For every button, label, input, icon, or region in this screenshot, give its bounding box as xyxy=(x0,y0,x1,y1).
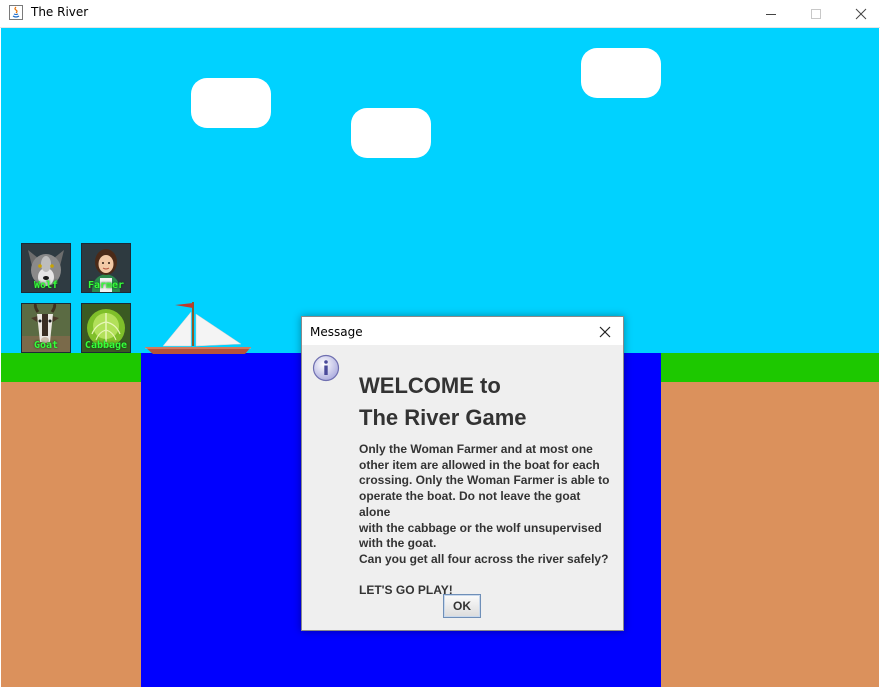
minimize-button[interactable] xyxy=(748,0,794,27)
instruction-line: with the goat. xyxy=(359,536,437,551)
close-icon xyxy=(855,8,867,19)
dialog-close-button[interactable] xyxy=(592,321,618,343)
welcome-message-dialog: Message WELCOME to The River Game Only t… xyxy=(301,316,624,631)
dialog-titlebar: Message xyxy=(302,317,623,345)
left-bank-grass xyxy=(1,353,141,382)
heading-line-2: The River Game xyxy=(359,405,527,430)
instruction-line: other item are allowed in the boat for e… xyxy=(359,457,600,472)
instruction-line: Can you get all four across the river sa… xyxy=(359,551,609,566)
wolf-tile[interactable]: Wolf xyxy=(21,243,71,293)
ok-button[interactable]: OK xyxy=(443,594,481,618)
java-app-icon xyxy=(9,5,23,20)
maximize-icon xyxy=(811,8,821,19)
dialog-title: Message xyxy=(310,325,363,339)
close-icon xyxy=(599,326,611,338)
minimize-icon xyxy=(766,13,776,15)
instruction-line: crossing. Only the Woman Farmer is able … xyxy=(359,473,610,488)
window-titlebar: The River xyxy=(0,0,880,28)
farmer-label: Farmer xyxy=(87,280,125,291)
farmer-tile[interactable]: Farmer xyxy=(81,243,131,293)
sailboat-icon[interactable] xyxy=(141,300,256,355)
info-icon xyxy=(312,354,340,382)
goat-label: Goat xyxy=(33,340,59,351)
dialog-instructions: Only the Woman Farmer and at most one ot… xyxy=(359,442,615,599)
right-bank-dirt xyxy=(661,382,879,687)
wolf-label: Wolf xyxy=(33,280,59,291)
closing-line: LET'S GO PLAY! xyxy=(359,583,453,598)
maximize-button[interactable] xyxy=(793,0,839,27)
cloud xyxy=(581,48,661,98)
window-title: The River xyxy=(31,5,89,19)
cabbage-label: Cabbage xyxy=(84,340,128,351)
left-bank-dirt xyxy=(1,382,141,687)
cloud xyxy=(351,108,431,158)
goat-tile[interactable]: Goat xyxy=(21,303,71,353)
right-bank-grass xyxy=(661,353,879,382)
instruction-line: Only the Woman Farmer and at most one xyxy=(359,442,593,456)
cabbage-tile[interactable]: Cabbage xyxy=(81,303,131,353)
heading-line-1: WELCOME to xyxy=(359,373,501,398)
instruction-line: operate the boat. Do not leave the goat … xyxy=(359,489,581,519)
close-window-button[interactable] xyxy=(838,0,880,27)
cloud xyxy=(191,78,271,128)
instruction-line: with the cabbage or the wolf unsupervise… xyxy=(359,520,602,535)
dialog-heading: WELCOME to The River Game xyxy=(359,370,527,434)
